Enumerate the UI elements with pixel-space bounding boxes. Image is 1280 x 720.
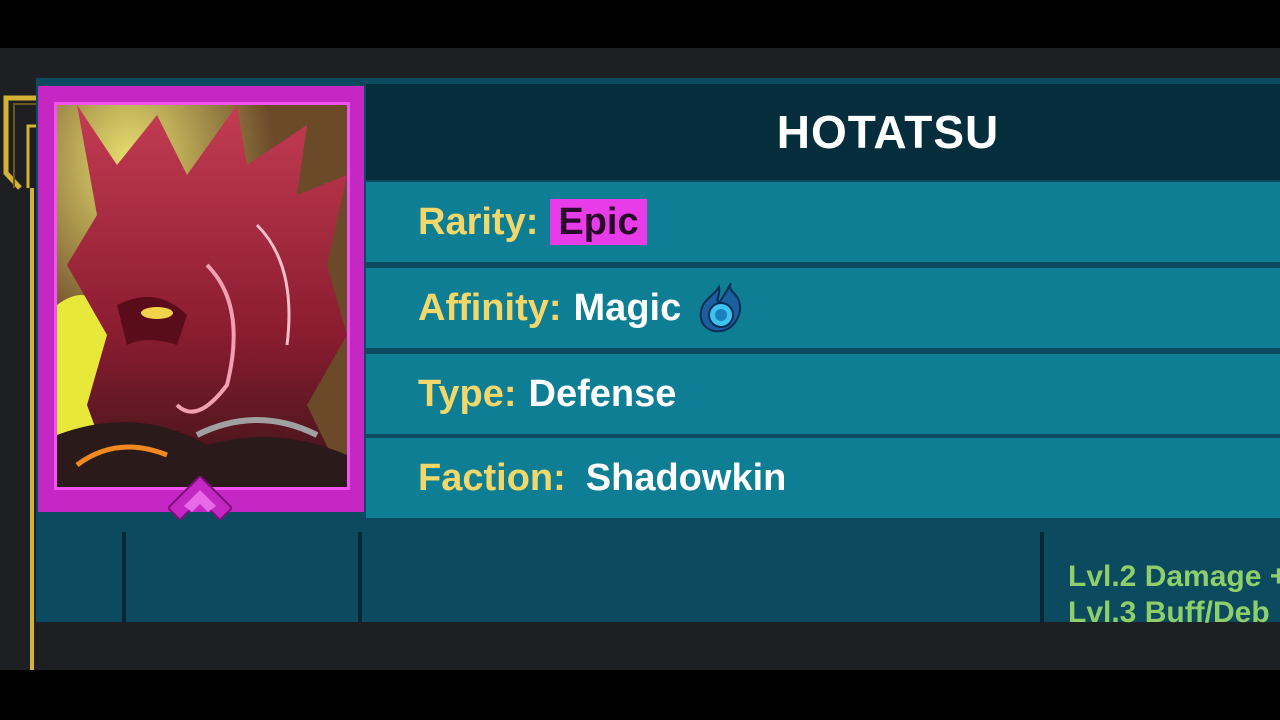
- faction-label: Faction:: [418, 456, 566, 499]
- type-label: Type:: [418, 372, 517, 415]
- affinity-value: Magic: [573, 286, 682, 329]
- type-row: Type: Defense: [366, 354, 1280, 434]
- title-bar: HOTATSU: [366, 84, 1280, 180]
- magic-affinity-icon: [699, 282, 742, 333]
- cell-divider: [358, 532, 362, 622]
- demon-hero-portrait[interactable]: [54, 102, 350, 490]
- skill-level-line: Lvl.3 Buff/Deb: [1068, 596, 1270, 629]
- cell-divider: [122, 532, 126, 622]
- faction-row: Faction: Shadowkin: [366, 438, 1280, 518]
- letterbox-top: [0, 0, 1280, 48]
- affinity-row: Affinity: Magic: [366, 268, 1280, 348]
- letterbox-bottom: [0, 670, 1280, 720]
- rarity-value: Epic: [550, 199, 647, 245]
- portrait-art: [57, 105, 347, 487]
- faction-value: Shadowkin: [585, 456, 787, 499]
- chevron-up-icon: [168, 476, 232, 520]
- rarity-label: Rarity:: [418, 200, 539, 243]
- affinity-label: Affinity:: [418, 286, 562, 329]
- cell-divider: [1040, 532, 1044, 622]
- type-value: Defense: [528, 372, 677, 415]
- hero-name: HOTATSU: [776, 106, 1000, 158]
- rarity-row: Rarity: Epic: [366, 182, 1280, 262]
- skill-level-line: Lvl.2 Damage +: [1068, 560, 1280, 593]
